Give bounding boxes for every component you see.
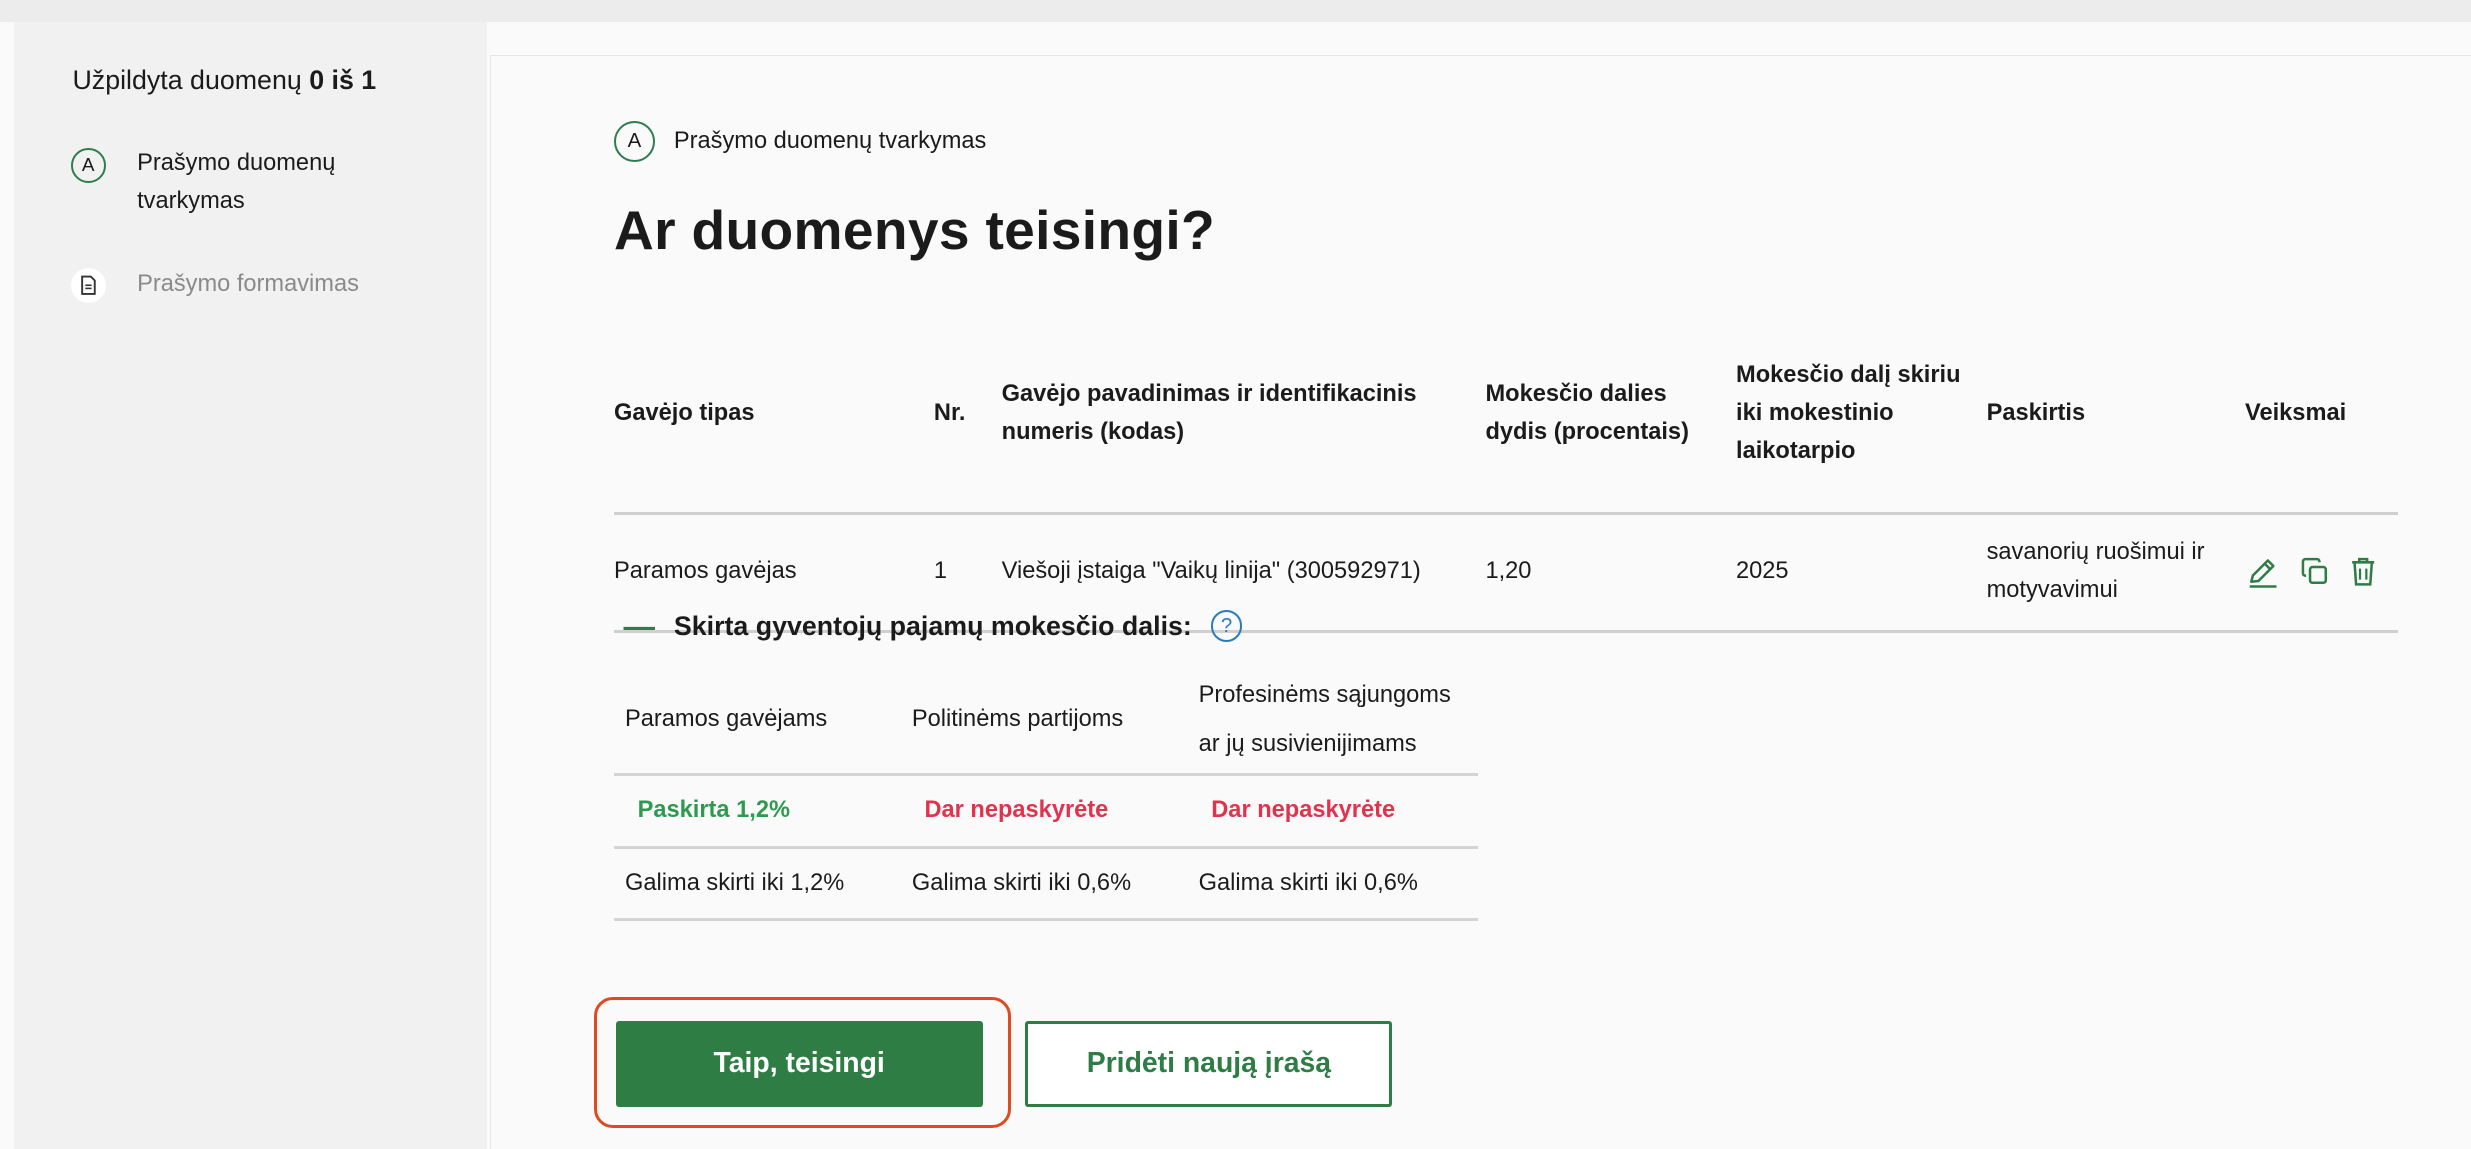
sidebar-step-label: Prašymo formavimas bbox=[137, 271, 359, 298]
col-header-name: Gavėjo pavadinimas ir identifikacinis nu… bbox=[1001, 381, 1417, 445]
col-header-nr: Nr. bbox=[933, 399, 966, 426]
sidebar-step-formation[interactable]: Prašymo formavimas bbox=[70, 266, 374, 304]
sidebar: Užpildyta duomenų 0 iš 1 A Prašymo duome… bbox=[14, 22, 487, 1149]
page-title: Ar duomenys teisingi? bbox=[614, 198, 1215, 261]
step-badge-a: A bbox=[70, 148, 106, 183]
top-band bbox=[0, 0, 2471, 23]
limit-value: Galima skirti iki 0,6% bbox=[1198, 869, 1418, 896]
progress-prefix: Užpildyta duomenų bbox=[72, 64, 302, 95]
add-new-entry-button[interactable]: Pridėti naują įrašą bbox=[1025, 1020, 1393, 1108]
help-icon[interactable]: ? bbox=[1210, 610, 1243, 642]
sidebar-step-label: Prašymo duomenų tvarkymas bbox=[137, 149, 336, 214]
summary-col-header: Politinėms partijoms bbox=[911, 706, 1124, 733]
breadcrumb-badge: A bbox=[614, 120, 655, 162]
confirm-button[interactable]: Taip, teisingi bbox=[615, 1020, 983, 1108]
breadcrumb: A Prašymo duomenų tvarkymas bbox=[614, 120, 987, 162]
cell-percent: 1,20 bbox=[1485, 558, 1532, 585]
status-not-assigned: Dar nepaskyrėte bbox=[924, 797, 1109, 824]
tax-share-section-header[interactable]: — Skirta gyventojų pajamų mokesčio dalis… bbox=[623, 608, 1243, 645]
summary-limit-row: Galima skirti iki 1,2% Galima skirti iki… bbox=[614, 847, 1478, 920]
col-header-percent: Mokesčio dalies dydis (procentais) bbox=[1485, 381, 1689, 445]
col-header-until: Mokesčio dalį skiriu iki mokestinio laik… bbox=[1736, 362, 1961, 464]
delete-icon[interactable] bbox=[2349, 556, 2377, 588]
summary-status-row: Paskirta 1,2% Dar nepaskyrėte Dar nepask… bbox=[614, 775, 1478, 847]
table-header-row: Gavėjo tipas Nr. Gavėjo pavadinimas ir i… bbox=[614, 316, 2398, 514]
col-header-actions: Veiksmai bbox=[2245, 399, 2347, 426]
limit-value: Galima skirti iki 1,2% bbox=[625, 869, 845, 896]
limit-value: Galima skirti iki 0,6% bbox=[911, 869, 1132, 896]
copy-icon[interactable] bbox=[2299, 556, 2331, 588]
col-header-type: Gavėjo tipas bbox=[614, 399, 755, 426]
cell-until: 2025 bbox=[1736, 558, 1789, 585]
cell-purpose: savanorių ruošimui ir motyvavimui bbox=[1986, 539, 2205, 604]
summary-col-header: Paramos gavėjams bbox=[625, 706, 828, 733]
status-not-assigned: Dar nepaskyrėte bbox=[1211, 797, 1396, 824]
main-content: A Prašymo duomenų tvarkymas Ar duomenys … bbox=[490, 55, 2471, 1149]
edit-icon[interactable] bbox=[2245, 555, 2280, 590]
status-assigned: Paskirta 1,2% bbox=[637, 797, 790, 824]
recipients-table: Gavėjo tipas Nr. Gavėjo pavadinimas ir i… bbox=[614, 316, 2398, 632]
summary-col-header: Profesinėms sąjungoms ar jų susivienijim… bbox=[1198, 681, 1451, 757]
sidebar-step-data-management[interactable]: A Prašymo duomenų tvarkymas bbox=[70, 145, 374, 221]
breadcrumb-label: Prašymo duomenų tvarkymas bbox=[673, 127, 987, 154]
left-edge bbox=[0, 22, 15, 1149]
progress-indicator: Užpildyta duomenų 0 iš 1 bbox=[72, 65, 376, 96]
cell-actions bbox=[2245, 513, 2398, 631]
summary-header-row: Paramos gavėjams Politinėms partijoms Pr… bbox=[614, 666, 1478, 775]
document-icon bbox=[70, 267, 106, 303]
progress-count: 0 iš 1 bbox=[309, 64, 377, 95]
col-header-purpose: Paskirtis bbox=[1986, 399, 2086, 426]
tax-share-section-title: Skirta gyventojų pajamų mokesčio dalis: bbox=[673, 610, 1192, 641]
tax-share-summary-table: Paramos gavėjams Politinėms partijoms Pr… bbox=[614, 666, 1478, 921]
collapse-icon[interactable]: — bbox=[623, 608, 655, 645]
